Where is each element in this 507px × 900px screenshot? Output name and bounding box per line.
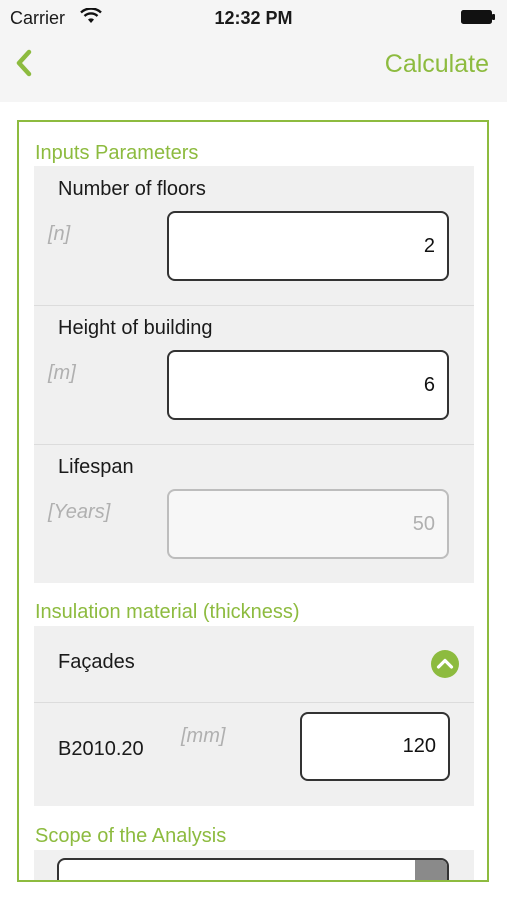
lifespan-unit: [Years]	[48, 501, 111, 523]
scope-section-title: Scope of the Analysis	[35, 825, 227, 847]
floors-label: Number of floors	[58, 178, 206, 200]
scope-selector-handle[interactable]	[415, 860, 447, 880]
insulation-section-title: Insulation material (thickness)	[35, 601, 300, 623]
navigation-bar: Calculate	[0, 36, 507, 102]
facades-label: Façades	[58, 651, 135, 673]
facades-header-row[interactable]: Façades	[34, 626, 474, 702]
insulation-thickness-input[interactable]: 120	[300, 712, 450, 781]
inputs-panel: Number of floors [n] 2 Height of buildin…	[34, 166, 474, 583]
floors-unit: [n]	[48, 223, 71, 245]
insulation-item-row: B2010.20 [mm] 120	[34, 703, 474, 806]
scope-selector[interactable]	[57, 858, 449, 880]
insulation-code-label: B2010.20	[58, 738, 144, 760]
insulation-panel: Façades B2010.20 [mm] 120	[34, 626, 474, 806]
battery-icon	[461, 10, 495, 24]
calculate-button[interactable]: Calculate	[385, 50, 489, 79]
floors-row: Number of floors [n] 2	[34, 166, 474, 305]
scope-panel	[34, 850, 474, 880]
inputs-section-title: Inputs Parameters	[35, 142, 199, 164]
lifespan-row: Lifespan [Years] 50	[34, 445, 474, 583]
floors-input[interactable]: 2	[167, 211, 449, 281]
height-input[interactable]: 6	[167, 350, 449, 420]
chevron-up-circle-icon[interactable]	[430, 649, 460, 679]
height-label: Height of building	[58, 317, 213, 339]
lifespan-label: Lifespan	[58, 456, 134, 478]
lifespan-input: 50	[167, 489, 449, 559]
chevron-left-icon[interactable]	[12, 49, 36, 77]
clock: 12:32 PM	[214, 8, 293, 28]
height-row: Height of building [m] 6	[34, 306, 474, 444]
insulation-unit: [mm]	[181, 725, 226, 747]
height-unit: [m]	[48, 362, 76, 384]
content-frame: Inputs Parameters Number of floors [n] 2…	[17, 120, 489, 882]
status-bar: Carrier 12:32 PM	[0, 0, 507, 36]
